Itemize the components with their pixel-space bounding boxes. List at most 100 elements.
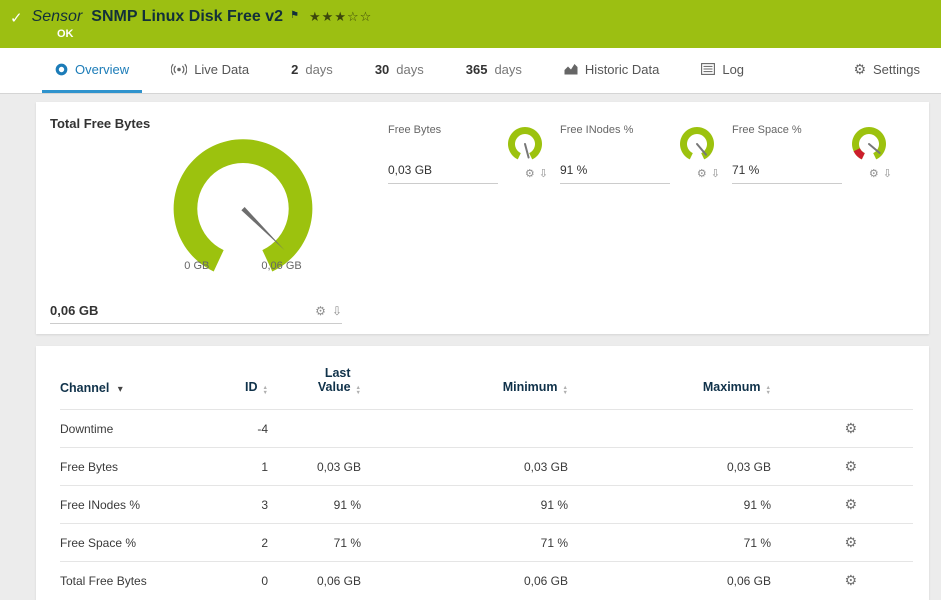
mini-gauge-text: Free INodes % 91 %: [560, 124, 670, 184]
tab-overview[interactable]: Overview: [42, 48, 143, 93]
channel-id: 0: [261, 573, 268, 588]
gauges-panel: Total Free Bytes 0 GB 0,06 GB 0,06 GB ⚙ …: [36, 102, 929, 334]
table-row: Free INodes % 3 91 % 91 % 91 % ⚙: [60, 485, 913, 524]
table-row: Free Space % 2 71 % 71 % 71 % ⚙: [60, 523, 913, 562]
mini-gauge-free-bytes: Free Bytes 0,03 GB ⚙ ⇩: [388, 112, 548, 184]
gauge-arc: [680, 127, 714, 160]
gauge-arc: [508, 127, 542, 160]
tab-historic-data[interactable]: Historic Data: [551, 48, 672, 93]
tab-live-data[interactable]: Live Data: [158, 48, 262, 93]
channel-maximum: 71 %: [743, 535, 771, 550]
gauge-scale: 0 GB 0,06 GB: [126, 260, 360, 272]
column-header-channel[interactable]: Channel ▾: [60, 366, 200, 410]
channel-settings-gear-icon[interactable]: ⚙: [844, 534, 857, 550]
log-icon: [701, 63, 716, 75]
tab-settings[interactable]: ⚙ Settings: [840, 48, 933, 93]
table-header-row: Channel ▾ ID ▲ ▼ Last Value ▲ ▼ Minimum ▲ ▼ Ma…: [60, 366, 913, 410]
tab-365-days[interactable]: 365 days: [453, 48, 535, 93]
mini-gauge-value: 71 %: [732, 163, 842, 184]
tab-label: Historic Data: [584, 61, 660, 77]
pin-icon[interactable]: ⇩: [711, 167, 720, 180]
tab-number: 2: [291, 61, 299, 77]
mini-gauge-graphic: ⚙ ⇩: [842, 124, 892, 184]
table-row: Downtime -4 ⚙: [60, 409, 913, 448]
channel-name: Total Free Bytes: [60, 573, 147, 588]
tab-label: Settings: [873, 61, 920, 77]
tab-label: Live Data: [194, 61, 250, 77]
column-header-id[interactable]: ID ▲ ▼: [200, 366, 268, 410]
gear-icon[interactable]: ⚙: [697, 167, 707, 180]
channel-id: -4: [257, 421, 268, 436]
sort-icon: ▲ ▼: [765, 385, 771, 396]
channel-id: 1: [261, 459, 268, 474]
channel-settings-gear-icon[interactable]: ⚙: [844, 458, 857, 474]
mini-gauge-graphic: ⚙ ⇩: [498, 124, 548, 184]
channel-settings-gear-icon[interactable]: ⚙: [844, 420, 857, 436]
mini-gauges-row: Free Bytes 0,03 GB ⚙ ⇩ Free INodes % 91 …: [388, 112, 903, 324]
sensor-header: ✓ Sensor SNMP Linux Disk Free v2 ⚑ ★★★☆☆…: [0, 0, 941, 48]
pin-icon[interactable]: ⇩: [883, 167, 892, 180]
gauge-actions: ⚙ ⇩: [315, 304, 342, 318]
overview-page: Total Free Bytes 0 GB 0,06 GB 0,06 GB ⚙ …: [0, 94, 941, 600]
channel-maximum: 0,06 GB: [726, 573, 771, 588]
gear-icon[interactable]: ⚙: [315, 304, 326, 318]
mini-gauge-title: Free Bytes: [388, 124, 442, 136]
primary-gauge-footer: 0,06 GB ⚙ ⇩: [50, 303, 342, 324]
tab-label: Log: [722, 61, 745, 77]
gauge-arc: [852, 127, 886, 160]
mini-gauge-free-space: Free Space % 71 % ⚙ ⇩: [732, 112, 892, 184]
column-header-maximum[interactable]: Maximum ▲ ▼: [568, 366, 771, 410]
column-header-actions: [771, 366, 913, 410]
gear-icon[interactable]: ⚙: [525, 167, 535, 180]
status-badge: OK: [57, 28, 74, 40]
channel-settings-gear-icon[interactable]: ⚙: [844, 572, 857, 588]
channel-last-value: 0,06 GB: [316, 573, 361, 588]
pin-icon[interactable]: ⇩: [332, 304, 342, 318]
channel-maximum: 0,03 GB: [726, 459, 771, 474]
tab-2-days[interactable]: 2 days: [278, 48, 346, 93]
gauge-actions: ⚙ ⇩: [697, 167, 720, 180]
channel-name: Free Space %: [60, 535, 137, 550]
mini-gauge-value: 0,03 GB: [388, 163, 498, 184]
tab-number: 365: [465, 61, 488, 77]
channel-minimum: 0,06 GB: [523, 573, 568, 588]
stars-empty: ☆☆: [347, 9, 373, 24]
primary-gauge-block: Total Free Bytes 0 GB 0,06 GB 0,06 GB ⚙ …: [50, 112, 360, 324]
channel-maximum: [568, 410, 771, 448]
gear-icon[interactable]: ⚙: [869, 167, 879, 180]
mini-gauge-text: Free Space % 71 %: [732, 124, 842, 184]
tab-30-days[interactable]: 30 days: [362, 48, 437, 93]
table-row: Total Free Bytes 0 0,06 GB 0,06 GB 0,06 …: [60, 561, 913, 600]
tab-unit: days: [305, 61, 333, 77]
tab-label: Overview: [75, 61, 130, 77]
gauge-needle: [241, 206, 285, 251]
column-label: Maximum: [702, 380, 761, 394]
stars-filled: ★★★: [309, 9, 347, 24]
gauge-needle: [524, 143, 530, 159]
gauge-actions: ⚙ ⇩: [525, 167, 548, 180]
channel-name: Free Bytes: [60, 459, 119, 474]
column-label: ID: [245, 380, 258, 394]
tab-unit: days: [494, 61, 522, 77]
tab-bar: Overview Live Data 2 days 30 days 365 da…: [0, 48, 941, 94]
sensor-title: SNMP Linux Disk Free v2: [91, 8, 284, 25]
channel-minimum: [361, 410, 568, 448]
gauge-scale-min: 0 GB: [184, 260, 210, 272]
column-header-last-value[interactable]: Last Value ▲ ▼: [268, 366, 361, 410]
channel-settings-gear-icon[interactable]: ⚙: [844, 496, 857, 512]
channel-minimum: 0,03 GB: [523, 459, 568, 474]
channel-id: 2: [261, 535, 268, 550]
pin-icon[interactable]: ⇩: [539, 167, 548, 180]
priority-flag-icon[interactable]: ⚑: [290, 10, 299, 21]
column-label: Minimum: [502, 380, 558, 394]
column-label: Last Value: [317, 366, 351, 394]
priority-stars[interactable]: ★★★☆☆: [309, 9, 372, 25]
channel-minimum: 71 %: [540, 535, 568, 550]
channel-last-value: 91 %: [333, 497, 361, 512]
tab-log[interactable]: Log: [688, 48, 757, 93]
mini-gauge-graphic: ⚙ ⇩: [670, 124, 720, 184]
column-header-minimum[interactable]: Minimum ▲ ▼: [361, 366, 568, 410]
channel-name: Free INodes %: [60, 497, 141, 512]
gauge-scale-max: 0,06 GB: [261, 260, 302, 272]
status-check-icon: ✓: [10, 10, 23, 27]
